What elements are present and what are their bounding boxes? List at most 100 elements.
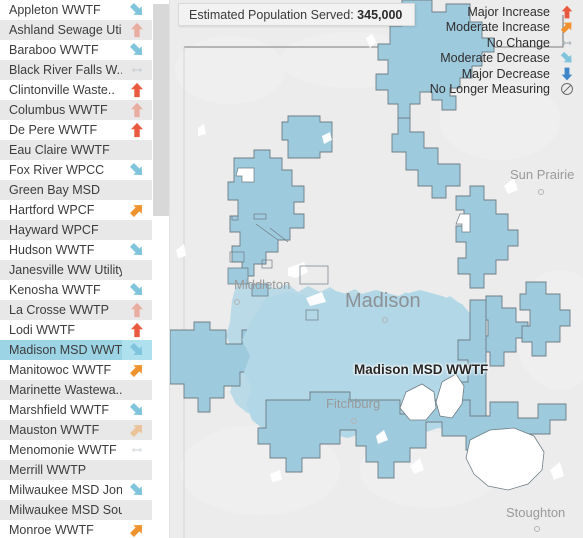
circle-slash-icon xyxy=(557,81,577,97)
facility-list-item[interactable]: Janesville WW Utility xyxy=(0,260,152,280)
legend-item: No Change xyxy=(401,35,577,51)
trend-moderate-decrease-icon xyxy=(122,160,152,180)
facility-list-item[interactable]: Hartford WPCF xyxy=(0,200,152,220)
facility-list-item[interactable]: Green Bay MSD xyxy=(0,180,152,200)
facility-list-item-label: Kenosha WWTF xyxy=(9,283,101,297)
arrow-up-right-icon xyxy=(557,19,577,35)
arrow-down-right-icon xyxy=(557,50,577,66)
application-root: Appleton WWTF Ashland Sewage Uti.. Baraboo… xyxy=(0,0,583,538)
estimated-population-text: Estimated Population Served: 345,000 xyxy=(189,8,402,22)
facility-list-item[interactable]: Ashland Sewage Uti.. xyxy=(0,20,152,40)
facility-list-item[interactable]: Hudson WWTF xyxy=(0,240,152,260)
facility-list-item[interactable]: Milwaukee MSD Sou.. xyxy=(0,500,152,520)
facility-list-item[interactable]: Appleton WWTF xyxy=(0,0,152,20)
trend-major-increase-faded-icon xyxy=(122,300,152,320)
facility-list-item[interactable]: De Pere WWTF xyxy=(0,120,152,140)
estimated-population-label: Estimated Population Served: xyxy=(189,7,354,22)
map-place-marker xyxy=(234,299,240,305)
facility-list-item-label: Eau Claire WWTF xyxy=(9,143,110,157)
facility-list-item-label: Mauston WWTF xyxy=(9,423,100,437)
trend-moderate-increase-icon xyxy=(122,200,152,220)
legend-item-label: Major Increase xyxy=(467,4,550,19)
arrow-up-icon xyxy=(557,4,577,20)
arrow-down-icon xyxy=(557,66,577,82)
facility-list-item[interactable]: Marinette Wastewa.. xyxy=(0,380,152,400)
facility-list-item-label: Marinette Wastewa.. xyxy=(9,383,122,397)
trend-major-increase-faded-icon xyxy=(122,100,152,120)
facility-list[interactable]: Appleton WWTF Ashland Sewage Uti.. Baraboo… xyxy=(0,0,152,538)
facility-list-item[interactable]: Milwaukee MSD Jon.. xyxy=(0,480,152,500)
facility-list-item[interactable]: La Crosse WWTP xyxy=(0,300,152,320)
facility-list-item-label: Fox River WPCC xyxy=(9,163,105,177)
legend-item-label: Major Decrease xyxy=(461,66,550,81)
trend-moderate-decrease-icon xyxy=(122,340,152,360)
facility-list-item[interactable]: Eau Claire WWTF xyxy=(0,140,152,160)
trend-no-change-faded-icon xyxy=(122,60,152,80)
facility-list-item-label: Monroe WWTF xyxy=(9,523,94,537)
facility-list-item-label: De Pere WWTF xyxy=(9,123,98,137)
trend-major-increase-icon xyxy=(122,320,152,340)
facility-list-item[interactable]: Hayward WPCF xyxy=(0,220,152,240)
facility-list-item-label: Hudson WWTF xyxy=(9,243,95,257)
facility-list-item[interactable]: Kenosha WWTF xyxy=(0,280,152,300)
facility-list-item[interactable]: Manitowoc WWTF xyxy=(0,360,152,380)
legend-item: No Longer Measuring xyxy=(401,82,577,98)
legend-item: Moderate Decrease xyxy=(401,51,577,67)
trend-moderate-decrease-icon xyxy=(122,0,152,20)
facility-list-item-label: Madison MSD WWTF xyxy=(9,343,122,357)
facility-list-item-label: Milwaukee MSD Jon.. xyxy=(9,483,122,497)
facility-list-item-label: Columbus WWTF xyxy=(9,103,108,117)
trend-no-change-faded-icon xyxy=(122,440,152,460)
trend-none-icon xyxy=(122,180,152,200)
selected-facility-map-label: Madison MSD WWTF xyxy=(354,362,489,377)
sidebar-scrollbar-thumb[interactable] xyxy=(153,4,169,216)
facility-list-item[interactable]: Baraboo WWTF xyxy=(0,40,152,60)
facility-list-item-label: Baraboo WWTF xyxy=(9,43,99,57)
facility-list-item-label: Green Bay MSD xyxy=(9,183,101,197)
legend-item-label: No Longer Measuring xyxy=(429,82,550,97)
trend-moderate-decrease-icon xyxy=(122,400,152,420)
facility-list-item-label: Menomonie WWTF xyxy=(9,443,117,457)
facility-list-item-label: Hayward WPCF xyxy=(9,223,99,237)
facility-list-item[interactable]: Mauston WWTF xyxy=(0,420,152,440)
facility-list-item[interactable]: Columbus WWTF xyxy=(0,100,152,120)
facility-sidebar: Appleton WWTF Ashland Sewage Uti.. Baraboo… xyxy=(0,0,170,538)
facility-list-item-label: Clintonville Waste.. xyxy=(9,83,115,97)
map-place-marker xyxy=(534,526,540,532)
trend-moderate-decrease-icon xyxy=(122,280,152,300)
arrow-left-right-icon xyxy=(557,35,577,51)
map-place-marker xyxy=(382,317,388,323)
trend-major-increase-faded-icon xyxy=(122,20,152,40)
facility-list-item[interactable]: Fox River WPCC xyxy=(0,160,152,180)
facility-list-item-label: Marshfield WWTF xyxy=(9,403,109,417)
facility-list-item[interactable]: Marshfield WWTF xyxy=(0,400,152,420)
facility-list-item-label: Hartford WPCF xyxy=(9,203,95,217)
trend-moderate-decrease-icon xyxy=(122,40,152,60)
facility-list-item[interactable]: Merrill WWTP xyxy=(0,460,152,480)
facility-list-item[interactable]: Lodi WWTF xyxy=(0,320,152,340)
map-legend: Major Increase Moderate Increase No Change… xyxy=(401,2,581,99)
trend-none-icon xyxy=(122,140,152,160)
facility-list-item[interactable]: Madison MSD WWTF xyxy=(0,340,152,360)
legend-item: Major Decrease xyxy=(401,66,577,82)
facility-list-item-label: Ashland Sewage Uti.. xyxy=(9,23,122,37)
facility-list-item[interactable]: Menomonie WWTF xyxy=(0,440,152,460)
trend-moderate-decrease-icon xyxy=(122,480,152,500)
trend-moderate-increase-faded-icon xyxy=(122,420,152,440)
facility-list-item[interactable]: Black River Falls W.. xyxy=(0,60,152,80)
trend-none-icon xyxy=(122,460,152,480)
facility-list-item[interactable]: Monroe WWTF xyxy=(0,520,152,538)
facility-list-item-label: Manitowoc WWTF xyxy=(9,363,112,377)
facility-list-item-label: Janesville WW Utility xyxy=(9,263,122,277)
facility-list-item-label: Merrill WWTP xyxy=(9,463,87,477)
trend-moderate-increase-icon xyxy=(122,360,152,380)
map-place-marker xyxy=(538,189,544,195)
trend-moderate-decrease-icon xyxy=(122,240,152,260)
trend-none-icon xyxy=(122,220,152,240)
trend-none-icon xyxy=(122,380,152,400)
facility-list-item-label: Milwaukee MSD Sou.. xyxy=(9,503,122,517)
facility-list-item[interactable]: Clintonville Waste.. xyxy=(0,80,152,100)
map-canvas[interactable]: Madison Middleton Sun Prairie Fitchburg Stou… xyxy=(170,0,583,538)
facility-list-item-label: Lodi WWTF xyxy=(9,323,75,337)
legend-item-label: Moderate Increase xyxy=(445,20,550,35)
